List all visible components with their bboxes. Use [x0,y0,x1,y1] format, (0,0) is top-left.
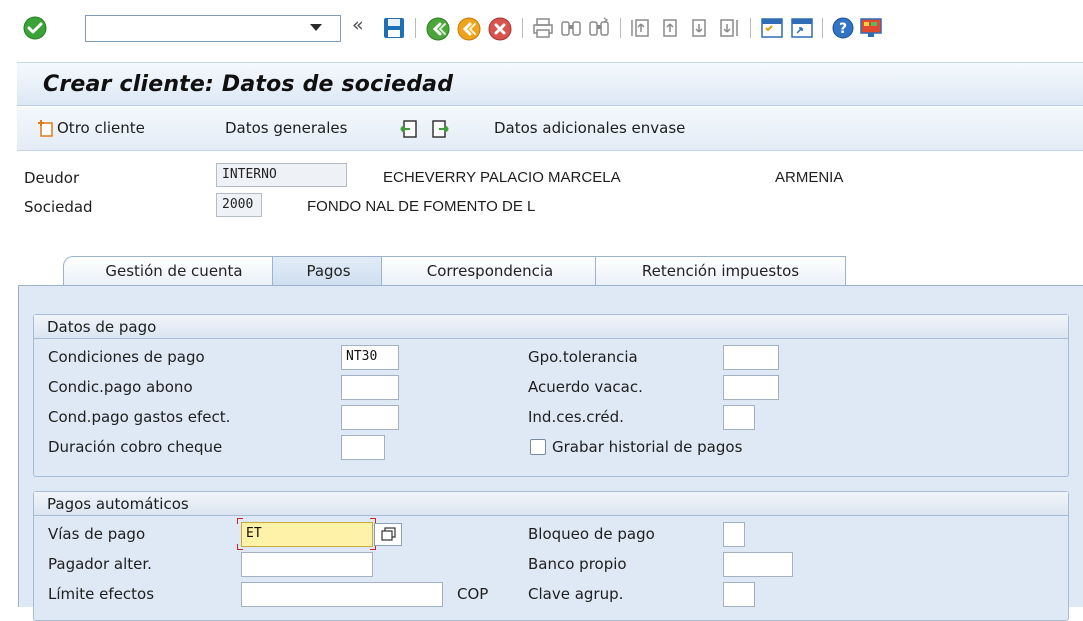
debtor-label: Deudor [24,169,80,187]
currency-label: COP [457,585,489,603]
house-bank-field[interactable] [723,552,793,577]
last-page-icon[interactable] [716,16,740,40]
field-label: Duración cobro cheque [48,438,223,456]
chevron-down-icon[interactable] [310,24,322,31]
debtor-field[interactable]: INTERNO [216,163,347,187]
field-label: Cond.pago gastos efect. [48,408,231,426]
value-help-button[interactable] [374,523,402,546]
grouping-key-field[interactable] [723,582,755,607]
next-screen-icon[interactable] [430,119,450,139]
checkbox-label: Grabar historial de pagos [552,438,743,456]
credit-indicator-field[interactable] [723,405,755,430]
collapse-toolbar-icon[interactable]: « [352,14,364,36]
field-label: Vías de pago [48,525,146,543]
debtor-name: ECHEVERRY PALACIO MARCELA [383,169,621,186]
group-title: Pagos automáticos [34,492,1068,516]
toolbar-divider [522,18,523,38]
payment-history-checkbox[interactable] [530,439,546,455]
field-label: Banco propio [528,555,627,573]
bill-limit-field[interactable] [241,582,443,607]
tab-payments[interactable]: Pagos [272,256,385,286]
new-document-icon[interactable] [37,120,55,138]
field-label: Clave agrup. [528,585,624,603]
payment-data-group: Datos de pago Condiciones de pago NT30 C… [33,314,1069,477]
svg-text:?: ? [839,21,847,37]
field-label: Ind.ces.créd. [528,408,624,426]
tab-account-management[interactable]: Gestión de cuenta [63,256,285,285]
toolbar-divider [620,18,621,38]
find-icon[interactable] [559,16,583,40]
title-bar: Crear cliente: Datos de sociedad [17,62,1083,106]
multiple-selection-icon [381,527,396,541]
system-toolbar: « ? [0,0,1083,55]
enter-icon[interactable] [22,15,48,41]
toolbar-divider [822,18,823,38]
tolerance-group-field[interactable] [723,345,779,370]
back-icon[interactable] [425,16,451,42]
payment-terms-field[interactable]: NT30 [341,345,399,370]
previous-screen-icon[interactable] [399,119,419,139]
field-label: Condiciones de pago [48,348,205,366]
page-title: Crear cliente: Datos de sociedad [43,72,454,97]
payment-methods-field[interactable]: ET [241,522,373,547]
field-label: Bloqueo de pago [528,525,655,543]
toolbar-divider [750,18,751,38]
print-icon[interactable] [531,16,555,40]
cancel-icon[interactable] [487,16,513,42]
alternative-payer-field[interactable] [241,552,373,577]
company-name: FONDO NAL DE FOMENTO DE L [307,198,536,215]
field-label: Condic.pago abono [48,378,193,396]
tab-panel-payments: Datos de pago Condiciones de pago NT30 C… [18,285,1083,621]
command-input[interactable] [86,16,311,41]
shortcut-icon[interactable] [790,16,814,40]
toolbar-divider [415,18,416,38]
help-icon[interactable]: ? [831,16,855,40]
application-toolbar: Otro cliente Datos generales Datos adici… [17,107,1083,151]
credit-memo-terms-field[interactable] [341,375,399,400]
field-label: Acuerdo vacac. [528,378,643,396]
exit-icon[interactable] [456,16,482,42]
company-label: Sociedad [24,198,93,216]
payment-block-field[interactable] [723,522,745,547]
customize-layout-icon[interactable] [859,16,883,40]
holiday-agreement-field[interactable] [723,375,779,400]
other-customer-button[interactable]: Otro cliente [57,119,145,137]
focus-marker [237,518,243,524]
first-page-icon[interactable] [629,16,653,40]
field-label: Límite efectos [48,585,155,603]
next-page-icon[interactable] [687,16,711,40]
company-field[interactable]: 2000 [216,193,262,217]
general-data-button[interactable]: Datos generales [225,119,347,137]
automatic-payments-group: Pagos automáticos Vías de pago ET Pagado… [33,491,1069,621]
save-icon[interactable] [382,16,406,40]
group-title: Datos de pago [34,315,1068,339]
find-next-icon[interactable] [587,16,611,40]
field-label: Gpo.tolerancia [528,348,638,366]
header-area: Deudor INTERNO ECHEVERRY PALACIO MARCELA… [0,152,1083,272]
previous-page-icon[interactable] [658,16,682,40]
tab-withholding-tax[interactable]: Retención impuestos [595,256,846,285]
bill-exchange-terms-field[interactable] [341,405,399,430]
check-collection-field[interactable] [341,435,385,460]
tab-strip: Gestión de cuenta Pagos Correspondencia … [0,256,1083,286]
command-field[interactable] [85,15,341,42]
debtor-city: ARMENIA [775,169,844,186]
focus-marker [237,544,243,550]
field-label: Pagador alter. [48,555,152,573]
new-session-icon[interactable] [760,16,784,40]
tab-correspondence[interactable]: Correspondencia [381,256,599,285]
additional-data-button[interactable]: Datos adicionales envase [494,119,685,137]
